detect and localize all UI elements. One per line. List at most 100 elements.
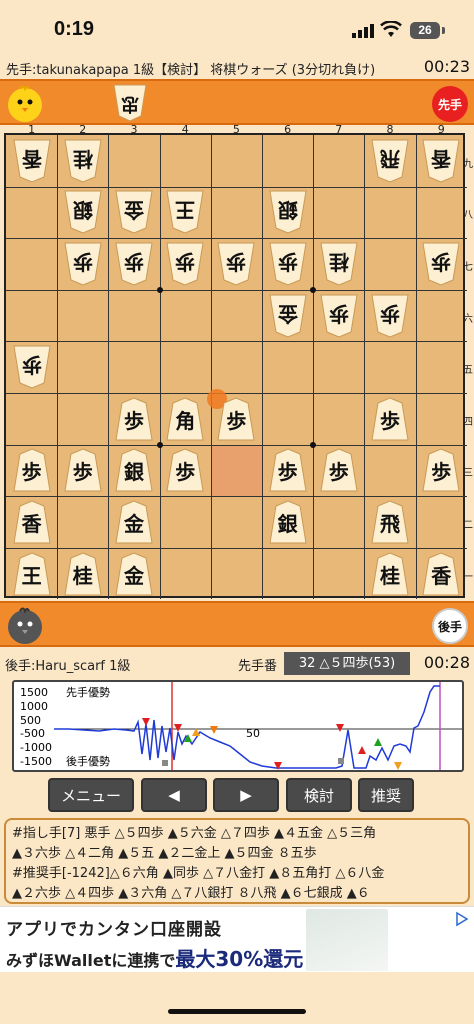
shogi-piece[interactable]: 王	[165, 190, 205, 234]
shogi-piece[interactable]: 金	[114, 500, 154, 544]
piece-label: 桂	[72, 146, 93, 171]
shogi-piece[interactable]: 歩	[114, 397, 154, 441]
shogi-piece[interactable]: 歩	[319, 294, 359, 338]
shogi-piece[interactable]: 歩	[63, 448, 103, 492]
file-label: 9	[437, 123, 445, 136]
shogi-piece[interactable]: 桂	[63, 139, 103, 183]
shogi-piece[interactable]: 王	[12, 552, 52, 596]
shogi-piece[interactable]: 金	[114, 552, 154, 596]
menu-button[interactable]: メニュー	[48, 778, 134, 812]
shogi-piece[interactable]: 歩	[114, 242, 154, 286]
prev-move-button[interactable]: ◀	[141, 778, 207, 812]
star-point	[156, 286, 163, 293]
piece-label: 金	[277, 301, 298, 326]
chick-avatar-icon[interactable]	[5, 84, 45, 124]
next-arrow-icon: ▶	[240, 786, 252, 804]
review-button[interactable]: 検討	[286, 778, 352, 812]
piece-label: 歩	[431, 250, 452, 274]
sente-clock: 00:23	[423, 57, 470, 76]
captured-piece[interactable]: 忠	[110, 83, 150, 123]
shogi-piece[interactable]: 金	[114, 190, 154, 234]
status-bar: 0:19 26	[0, 0, 474, 56]
shogi-piece[interactable]: 歩	[370, 294, 410, 338]
shogi-piece[interactable]: 歩	[216, 242, 256, 286]
grid-line	[6, 238, 467, 240]
moves-line: ▲２六歩 △４四歩 ▲３六角 △７八銀打 ８八飛 ▲６七銀成 ▲６	[12, 886, 370, 901]
piece-label: 香	[431, 563, 452, 588]
ad-banner[interactable]: アプリでカンタン口座開設 みずほWalletに連携で最大30%還元	[0, 906, 474, 972]
shogi-piece[interactable]: 香	[421, 552, 461, 596]
shogi-piece[interactable]: 香	[12, 500, 52, 544]
shogi-piece[interactable]: 歩	[12, 448, 52, 492]
moves-line: ▲３六歩 △４二角 ▲５五 ▲２二金上 ▲５四金 ８五歩	[12, 846, 317, 861]
shogi-piece[interactable]: 飛	[370, 139, 410, 183]
grid-line	[210, 135, 212, 600]
piece-label: 歩	[175, 250, 196, 274]
shogi-piece[interactable]: 香	[12, 139, 52, 183]
gote-side-button[interactable]: 後手	[432, 608, 468, 644]
game-header: 先手:takunakapapa 1級【検討】 将棋ウォーズ (3分切れ負け) 0…	[0, 56, 474, 78]
ad-choices-icon[interactable]	[454, 911, 470, 927]
shogi-piece[interactable]: 桂	[63, 552, 103, 596]
piece-label: 王	[21, 563, 42, 588]
piece-label: 金	[124, 512, 144, 536]
rank-label: 二	[463, 520, 473, 531]
piece-label: 歩	[175, 460, 196, 485]
shogi-piece[interactable]: 金	[268, 294, 308, 338]
recommend-button[interactable]: 推奨	[358, 778, 414, 812]
shogi-piece[interactable]: 歩	[319, 448, 359, 492]
battery-nub	[442, 27, 445, 34]
shogi-piece[interactable]: 歩	[216, 397, 256, 441]
home-indicator[interactable]	[168, 1009, 306, 1014]
shogi-piece[interactable]: 銀	[268, 500, 308, 544]
shogi-piece[interactable]: 歩	[12, 345, 52, 389]
piece-label: 香	[431, 146, 452, 171]
sente-side-button[interactable]: 先手	[432, 86, 468, 122]
piece-label: 角	[175, 408, 196, 433]
shogi-piece[interactable]: 歩	[165, 242, 205, 286]
cell-signal-icon	[352, 24, 374, 38]
turn-label: 先手番	[238, 659, 278, 674]
shogi-piece[interactable]: 角	[165, 397, 205, 441]
grid-line	[6, 547, 467, 549]
game-info: 先手:takunakapapa 1級【検討】 将棋ウォーズ (3分切れ負け)	[6, 63, 376, 78]
moves-line: #指し手[7] 悪手 △５四歩 ▲５六金 △７四歩 ▲４五金 △５三角	[12, 826, 377, 841]
shogi-piece[interactable]: 歩	[63, 242, 103, 286]
shogi-piece[interactable]: 香	[421, 139, 461, 183]
shogi-piece[interactable]: 桂	[319, 242, 359, 286]
shogi-piece[interactable]: 桂	[370, 552, 410, 596]
shogi-piece[interactable]: 歩	[268, 242, 308, 286]
shogi-piece[interactable]: 歩	[370, 397, 410, 441]
piece-label: 金	[124, 198, 144, 223]
grid-line	[415, 135, 417, 600]
ad-photo	[306, 909, 388, 971]
y-label-1000: 1000	[20, 700, 48, 713]
shogi-piece[interactable]: 銀	[63, 190, 103, 234]
grid-line	[57, 135, 59, 600]
piece-label: 歩	[431, 460, 452, 485]
ad-subline: みずほWalletに連携で最大30%還元	[6, 947, 304, 971]
shogi-piece[interactable]: 銀	[114, 448, 154, 492]
piece-label: 飛	[380, 146, 400, 171]
grid-line	[6, 186, 467, 188]
piece-label: 歩	[277, 250, 298, 274]
shogi-piece[interactable]: 飛	[370, 500, 410, 544]
shogi-piece[interactable]: 歩	[165, 448, 205, 492]
shogi-piece[interactable]: 銀	[268, 190, 308, 234]
ad-headline: アプリでカンタン口座開設	[6, 920, 222, 940]
move-50-label: 50	[246, 727, 260, 740]
shogi-piece[interactable]: 歩	[268, 448, 308, 492]
piece-label: 銀	[277, 198, 298, 223]
shogi-piece[interactable]: 歩	[421, 448, 461, 492]
piece-label: 金	[124, 563, 144, 588]
rank-label: 三	[463, 468, 473, 480]
sente-hand-bar: 忠 先手	[0, 79, 474, 125]
gray-chick-avatar-icon[interactable]	[5, 606, 45, 646]
gote-hand-bar: 後手	[0, 601, 474, 647]
star-point	[310, 286, 317, 293]
evaluation-graph[interactable]: 1500 1000 500 -500 -1000 -1500 先手優勢 後手優勢…	[12, 680, 464, 772]
shogi-piece[interactable]: 歩	[421, 242, 461, 286]
next-move-button[interactable]: ▶	[213, 778, 279, 812]
piece-label: 銀	[277, 512, 298, 536]
moves-line: #推奨手[-1242]△６六角 ▲同歩 △７八金打 ▲８五角打 △６八金	[12, 866, 385, 881]
